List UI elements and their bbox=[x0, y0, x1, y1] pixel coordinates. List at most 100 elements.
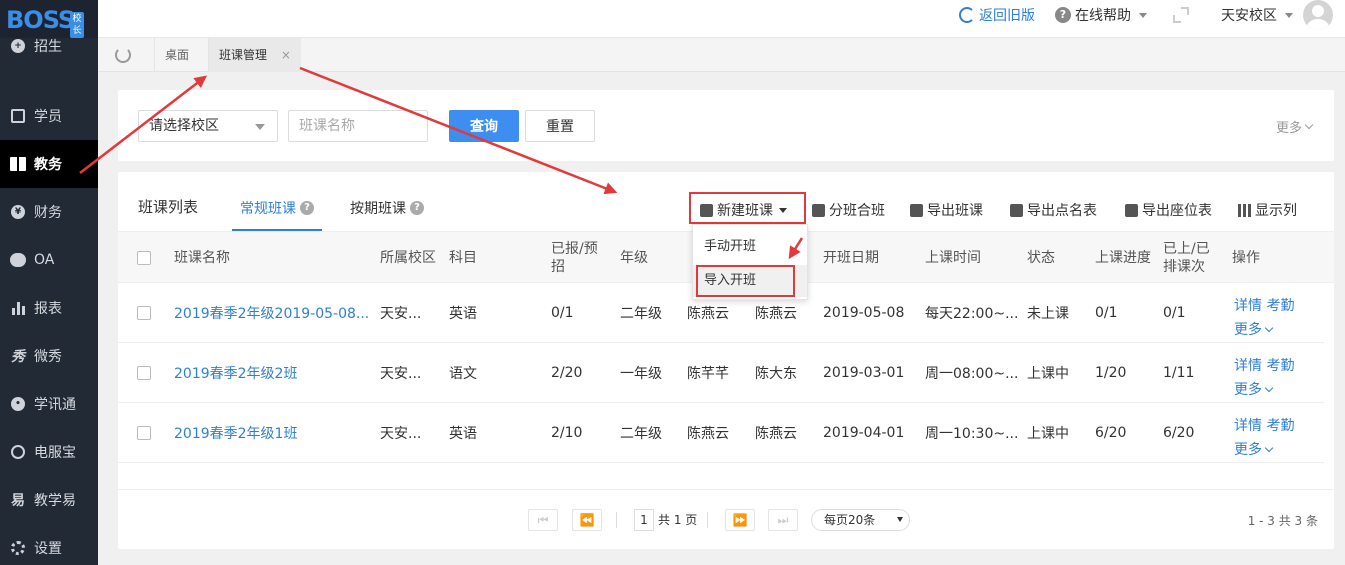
last-page-button[interactable]: ⏭ bbox=[768, 509, 798, 531]
status-cell: 上课中 bbox=[1027, 366, 1069, 382]
tab-term-classes[interactable]: 按期班课 ? bbox=[350, 198, 424, 218]
sidebar-item-xuexuntong[interactable]: • 学讯通 bbox=[0, 380, 98, 428]
sidebar-item-reports[interactable]: 报表 bbox=[0, 284, 98, 332]
help-icon[interactable]: ? bbox=[410, 201, 424, 215]
yen-icon: ¥ bbox=[10, 204, 26, 220]
detail-link[interactable]: 详情 bbox=[1234, 358, 1262, 374]
page-size-select[interactable]: 每页20条 bbox=[811, 509, 910, 531]
help-icon[interactable]: ? bbox=[300, 201, 314, 215]
attendance-link[interactable]: 考勤 bbox=[1266, 358, 1294, 374]
sidebar: + 招生 学员 教务 ¥ 财务 OA 报表 秀 微秀 • 学讯通 电服宝 易 教… bbox=[0, 38, 98, 565]
class-name-link[interactable]: 2019春季2年级2班 bbox=[174, 343, 297, 403]
select-all-checkbox[interactable] bbox=[137, 251, 151, 265]
prev-page-button[interactable]: ⏪ bbox=[572, 509, 602, 531]
sidebar-item-academic[interactable]: 教务 bbox=[0, 140, 98, 188]
progress-cell: 0/1 bbox=[1095, 305, 1118, 321]
export-roll-call-button[interactable]: 导出点名表 bbox=[1010, 200, 1097, 220]
tab-label: 桌面 bbox=[165, 48, 190, 62]
reset-button[interactable]: 重置 bbox=[525, 110, 595, 142]
sessions-cell: 0/1 bbox=[1163, 305, 1186, 321]
detail-link[interactable]: 详情 bbox=[1234, 298, 1262, 314]
column-header[interactable]: 所属校区 bbox=[380, 232, 436, 284]
class-name-link[interactable]: 2019春季2年级1班 bbox=[174, 403, 297, 463]
campus-select-label: 请选择校区 bbox=[149, 118, 219, 134]
query-button[interactable]: 查询 bbox=[449, 110, 519, 142]
split-merge-button[interactable]: 分班合班 bbox=[812, 200, 885, 220]
back-to-old-version-link[interactable]: 返回旧版 bbox=[959, 5, 1035, 25]
tab-strip: 桌面 班课管理 × bbox=[98, 38, 1345, 72]
first-page-button[interactable]: ⏮ bbox=[528, 509, 558, 531]
start-date-cell: 2019-05-08 bbox=[823, 305, 905, 321]
row-checkbox[interactable] bbox=[137, 366, 151, 380]
toolbar-label: 分班合班 bbox=[829, 203, 885, 219]
sidebar-item-students[interactable]: 学员 bbox=[0, 92, 98, 140]
enroll-cell: 2/20 bbox=[551, 365, 583, 381]
manual-open-class-option[interactable]: 手动开班 bbox=[693, 231, 807, 263]
divider bbox=[707, 512, 708, 528]
column-header[interactable]: 科目 bbox=[449, 232, 477, 284]
annotation-highlight-box bbox=[689, 192, 806, 224]
table-row[interactable]: 2019春季2年级2班 天安... 语文 2/20 一年级 陈芊芊 陈大东 20… bbox=[118, 343, 1324, 403]
campus-select[interactable]: 请选择校区 bbox=[138, 110, 278, 142]
sidebar-item-weixiu[interactable]: 秀 微秀 bbox=[0, 332, 98, 380]
column-header[interactable]: 上课时间 bbox=[925, 232, 981, 284]
class-time-cell: 周一08:00~... bbox=[925, 366, 1019, 382]
student-card-icon bbox=[10, 108, 26, 124]
column-header[interactable]: 开班日期 bbox=[823, 232, 879, 284]
campus-cell: 天安... bbox=[380, 306, 422, 322]
chevron-down-icon bbox=[1285, 12, 1293, 18]
sidebar-item-settings[interactable]: 设置 bbox=[0, 524, 98, 565]
more-filters-toggle[interactable]: 更多 bbox=[1276, 117, 1314, 136]
tab-desktop[interactable]: 桌面 bbox=[154, 38, 199, 72]
class-name-input[interactable] bbox=[288, 110, 428, 142]
columns-icon bbox=[1238, 203, 1251, 217]
export-seat-chart-button[interactable]: 导出座位表 bbox=[1125, 200, 1212, 220]
more-actions-toggle[interactable]: 更多 bbox=[1234, 318, 1294, 342]
row-checkbox[interactable] bbox=[137, 426, 151, 440]
column-header[interactable]: 状态 bbox=[1027, 232, 1055, 284]
tab-regular-classes[interactable]: 常规班课 ? bbox=[240, 198, 314, 218]
campus-switcher[interactable]: 天安校区 bbox=[1221, 5, 1293, 25]
person-add-icon: + bbox=[10, 38, 26, 54]
divider bbox=[616, 512, 617, 528]
column-header[interactable]: 年级 bbox=[620, 232, 648, 284]
next-page-button[interactable]: ⏩ bbox=[725, 509, 755, 531]
attendance-link[interactable]: 考勤 bbox=[1266, 298, 1294, 314]
column-header[interactable]: 已上/已排课次 bbox=[1163, 232, 1219, 284]
help-icon: ? bbox=[1055, 7, 1071, 23]
sidebar-item-enrollment[interactable]: + 招生 bbox=[0, 22, 98, 70]
detail-link[interactable]: 详情 bbox=[1234, 418, 1262, 434]
sessions-cell: 6/20 bbox=[1163, 425, 1195, 441]
avatar[interactable] bbox=[1303, 0, 1333, 30]
column-header: 操作 bbox=[1232, 250, 1260, 266]
tab-class-management[interactable]: 班课管理 × bbox=[208, 38, 301, 72]
sidebar-item-jiaoxueyi[interactable]: 易 教学易 bbox=[0, 476, 98, 524]
column-header[interactable]: 已报/预招 bbox=[551, 232, 605, 284]
column-header[interactable]: 班课名称 bbox=[174, 232, 230, 284]
table-row[interactable]: 2019春季2年级1班 天安... 英语 2/10 二年级 陈燕云 陈燕云 20… bbox=[118, 403, 1324, 463]
sidebar-item-dianfubao[interactable]: 电服宝 bbox=[0, 428, 98, 476]
location-pin-icon: • bbox=[10, 396, 26, 412]
subtab-label: 按期班课 bbox=[350, 201, 406, 217]
help-menu[interactable]: ? 在线帮助 bbox=[1055, 5, 1147, 25]
more-actions-toggle[interactable]: 更多 bbox=[1234, 378, 1294, 402]
class-name-link[interactable]: 2019春季2年级2019-05-08... bbox=[174, 283, 369, 343]
export-classes-button[interactable]: 导出班课 bbox=[910, 200, 983, 220]
more-actions-toggle[interactable]: 更多 bbox=[1234, 438, 1294, 462]
campus-label: 天安校区 bbox=[1221, 8, 1277, 24]
column-header[interactable]: 上课进度 bbox=[1095, 232, 1151, 284]
row-checkbox[interactable] bbox=[137, 306, 151, 320]
phone-service-icon bbox=[10, 444, 26, 460]
attendance-link[interactable]: 考勤 bbox=[1266, 418, 1294, 434]
start-date-cell: 2019-04-01 bbox=[823, 425, 905, 441]
fullscreen-icon[interactable] bbox=[1173, 7, 1189, 23]
sidebar-item-finance[interactable]: ¥ 财务 bbox=[0, 188, 98, 236]
page-number-input[interactable]: 1 bbox=[634, 509, 654, 531]
show-columns-button[interactable]: 显示列 bbox=[1238, 200, 1297, 220]
sidebar-item-oa[interactable]: OA bbox=[0, 236, 98, 284]
status-cell: 上课中 bbox=[1027, 426, 1069, 442]
chevron-down-icon bbox=[1264, 323, 1274, 333]
teach-icon: 易 bbox=[11, 493, 25, 509]
refresh-icon[interactable] bbox=[115, 47, 131, 63]
close-icon[interactable]: × bbox=[281, 48, 291, 62]
